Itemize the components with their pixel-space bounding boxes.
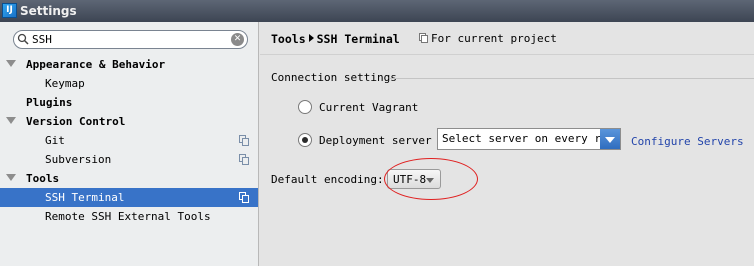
tree-item[interactable]: Version Control [0, 112, 258, 131]
clear-search-icon[interactable]: ✕ [231, 33, 244, 46]
configure-servers-link[interactable]: Configure Servers [631, 135, 744, 148]
tree-item-label: Git [45, 134, 65, 147]
tree-item[interactable]: Plugins [0, 93, 258, 112]
server-select[interactable]: Select server on every run [437, 128, 621, 150]
tree-item[interactable]: Keymap [0, 74, 258, 93]
search-box[interactable]: ✕ [13, 30, 248, 49]
project-scope-icon [419, 33, 428, 43]
project-level-icon [239, 135, 249, 146]
tree-item-label: Keymap [45, 77, 85, 90]
intellij-app-icon: IJ [2, 3, 17, 18]
radio-current-vagrant-label[interactable]: Current Vagrant [319, 101, 418, 114]
tree-item[interactable]: Git [0, 131, 258, 150]
search-icon [17, 33, 29, 45]
expand-arrow-icon[interactable] [6, 60, 16, 67]
chevron-down-icon[interactable] [600, 129, 620, 149]
breadcrumb-current: SSH Terminal [316, 32, 400, 46]
connection-settings-title: Connection settings [271, 71, 397, 84]
tree-item-label: Version Control [26, 115, 126, 128]
header-divider [260, 54, 754, 55]
radio-deployment-server[interactable] [298, 133, 312, 147]
settings-content: Tools SSH Terminal For current project Co… [260, 22, 754, 266]
search-input[interactable] [32, 32, 227, 47]
settings-tree: Appearance & Behavior Keymap Plugins Versio… [0, 55, 258, 226]
project-level-icon [239, 192, 249, 203]
breadcrumb-parent[interactable]: Tools [271, 32, 306, 46]
tree-item-label: Tools [26, 172, 60, 185]
tree-item[interactable]: Remote SSH External Tools [0, 207, 258, 226]
expand-arrow-icon[interactable] [6, 174, 16, 181]
settings-sidebar: ✕ Appearance & Behavior Keymap Plugins Vers… [0, 22, 259, 266]
server-select-value: Select server on every run [442, 132, 615, 145]
project-level-icon [239, 154, 249, 165]
window-title: Settings [20, 4, 77, 18]
radio-current-vagrant[interactable] [298, 100, 312, 114]
tree-item[interactable]: Appearance & Behavior [0, 55, 258, 74]
annotation-circle [384, 158, 478, 200]
project-scope: For current project [419, 32, 557, 45]
tree-item-label: Remote SSH External Tools [45, 210, 211, 223]
breadcrumb-arrow-icon [308, 34, 314, 42]
tree-item-label: Plugins [26, 96, 73, 109]
tree-item[interactable]: Subversion [0, 150, 258, 169]
radio-deployment-server-label[interactable]: Deployment server [319, 134, 432, 147]
tree-item-label: SSH Terminal [45, 191, 125, 204]
tree-item[interactable]: Tools [0, 169, 258, 188]
tree-item-label: Appearance & Behavior [26, 58, 166, 71]
default-encoding-label: Default encoding: [271, 173, 384, 186]
group-divider [390, 78, 754, 79]
title-bar: IJ Settings [0, 0, 754, 22]
tree-item-label: Subversion [45, 153, 112, 166]
breadcrumb: Tools SSH Terminal [271, 32, 400, 46]
project-scope-label: For current project [431, 32, 557, 45]
expand-arrow-icon[interactable] [6, 117, 16, 124]
tree-item[interactable]: SSH Terminal [0, 188, 258, 207]
